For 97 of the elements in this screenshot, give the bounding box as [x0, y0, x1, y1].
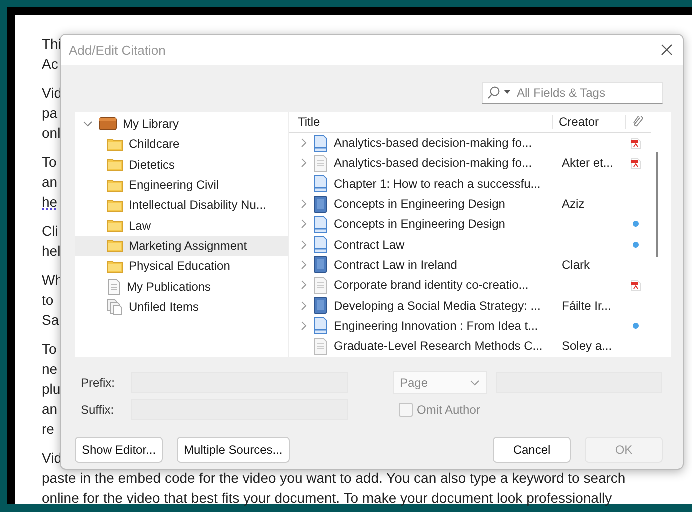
folder-icon: [107, 239, 123, 252]
table-cell-text: Contract Law in Ireland: [334, 258, 458, 272]
checkbox-label: Omit Author: [417, 402, 480, 416]
text-line: an: [42, 400, 58, 419]
dialog-button[interactable]: Show Editor...: [75, 437, 164, 463]
table-cell-text: Corporate brand identity co-creatio...: [334, 278, 530, 292]
table-row[interactable]: Contract Law: [289, 234, 651, 255]
folder-icon: [107, 178, 123, 192]
dot-icon[interactable]: [632, 240, 640, 249]
folder-icon: [107, 198, 123, 212]
pdf-icon[interactable]: [631, 138, 641, 149]
suffix-label: Suffix:: [80, 402, 116, 416]
table-cell-text: Akter et...: [562, 156, 614, 170]
table-row[interactable]: Corporate brand identity co-creatio...: [289, 275, 651, 296]
tree-item[interactable]: Engineering Civil: [75, 174, 288, 196]
text-line: paste in the embed code for the video you want to add. You can also type a keyword to search: [42, 469, 626, 488]
folder-icon: [107, 260, 123, 273]
chevron-down-icon: [470, 380, 480, 386]
text-line: To: [42, 340, 57, 359]
journal-article-icon: [313, 236, 328, 254]
text-line: hel: [42, 242, 61, 261]
journal-article-icon: [313, 175, 328, 192]
dot-icon[interactable]: [632, 322, 640, 330]
folder-icon: [107, 138, 123, 151]
journal-article-icon: [313, 317, 328, 334]
text-line: ne: [42, 360, 58, 379]
table-cell-text: Analytics-based decision-making fo...: [334, 136, 534, 150]
documents-icon: [107, 298, 123, 315]
book-icon: [313, 256, 328, 274]
document-icon: [313, 276, 328, 294]
text-line: To: [42, 153, 57, 172]
table-cell-text: Aziz: [562, 197, 586, 212]
table-row[interactable]: Analytics-based decision-making fo...: [289, 133, 651, 154]
tree-item[interactable]: Marketing Assignment: [75, 236, 288, 256]
tree-item[interactable]: My Publications: [75, 276, 288, 297]
prefix-label: Prefix:: [80, 376, 116, 390]
search-field[interactable]: All Fields & Tags: [482, 82, 663, 104]
text-line: Sa: [42, 311, 60, 330]
dot-icon[interactable]: [632, 220, 640, 228]
table-cell-text: Analytics-based decision-making fo...: [334, 156, 534, 170]
table-cell-text: Contract Law: [334, 238, 406, 252]
book-icon: [313, 297, 328, 314]
table-row[interactable]: Concepts in Engineering Design: [289, 214, 651, 234]
text-line: pa: [42, 104, 58, 123]
chevron-down-icon[interactable]: [83, 121, 93, 128]
tree-item[interactable]: Intellectual Disability Nu...: [75, 195, 288, 216]
dialog-button[interactable]: Cancel: [493, 437, 571, 463]
text-line: plu: [42, 380, 61, 399]
search-icon: [487, 86, 513, 100]
table-row[interactable]: Chapter 1: How to reach a successfu...: [289, 174, 651, 194]
table-row[interactable]: Graduate-Level Research Methods C... Soley a...: [289, 336, 651, 356]
text-line: to: [42, 291, 54, 310]
table-cell-text: Fáilte Ir...: [562, 298, 612, 313]
journal-article-icon: [313, 134, 328, 152]
dialog-button[interactable]: Multiple Sources...: [177, 437, 290, 463]
pdf-icon[interactable]: [631, 280, 641, 291]
table-cell-text: Concepts in Engineering Design: [334, 197, 506, 212]
text-line: an: [42, 173, 58, 192]
table-row[interactable]: Engineering Innovation : From Idea t...: [289, 316, 651, 336]
library-icon: [99, 117, 117, 132]
text-line: Ac: [42, 55, 58, 74]
table-row[interactable]: Concepts in Engineering Design Aziz: [289, 194, 651, 214]
table-cell-text: Graduate-Level Research Methods C...: [334, 339, 544, 354]
paperclip-icon: [632, 116, 644, 128]
document-icon: [107, 278, 121, 295]
table-row[interactable]: Developing a Social Media Strategy: ... Fáilte Ir...: [289, 295, 651, 316]
table-cell-text: Clark: [562, 258, 592, 272]
dialog-title: Add/Edit Citation: [69, 42, 166, 58]
journal-article-icon: [313, 216, 328, 233]
column-header[interactable]: Title: [289, 115, 553, 129]
search-input[interactable]: All Fields & Tags: [515, 85, 659, 101]
folder-icon: [107, 158, 123, 172]
text-line: Cli: [42, 222, 58, 241]
tree-item[interactable]: Dietetics: [75, 154, 288, 175]
table-cell-text: Developing a Social Media Strategy: ...: [334, 298, 542, 313]
text-line: online for the video that best fits your document. To make your document look professionally: [42, 489, 612, 508]
close-icon[interactable]: [661, 44, 673, 56]
tree-item[interactable]: Childcare: [75, 134, 288, 155]
tree-item[interactable]: Law: [75, 215, 288, 236]
tree-item[interactable]: My Library: [75, 114, 288, 134]
text-line: onl: [42, 124, 61, 143]
pdf-icon[interactable]: [631, 158, 641, 169]
tree-item[interactable]: Unfiled Items: [75, 296, 288, 317]
scrollbar-thumb[interactable]: [656, 152, 658, 257]
text-line: re: [42, 420, 54, 439]
table-row[interactable]: Contract Law in Ireland Clark: [289, 254, 651, 276]
table-cell-text: Chapter 1: How to reach a successfu...: [334, 176, 542, 191]
table-cell-text: Soley a...: [562, 339, 614, 354]
column-header[interactable]: Creator: [553, 115, 626, 129]
book-icon: [313, 196, 328, 213]
table-row[interactable]: Analytics-based decision-making fo... Akter et...: [289, 153, 651, 174]
document-icon: [313, 154, 328, 172]
table-cell-text: Engineering Innovation : From Idea t...: [334, 318, 540, 333]
tree-item[interactable]: Physical Education: [75, 256, 288, 276]
table-cell-text: Concepts in Engineering Design: [334, 217, 506, 232]
text-line: he: [42, 193, 58, 212]
folder-icon: [107, 219, 123, 232]
